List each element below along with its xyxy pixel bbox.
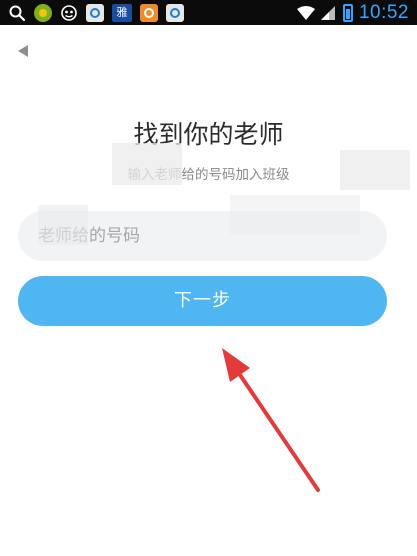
back-triangle-icon [18, 45, 28, 57]
privacy-blur [340, 150, 410, 190]
privacy-blur [230, 195, 360, 235]
search-icon [8, 4, 26, 22]
status-notification-icons: 雅 [8, 0, 184, 25]
status-system-icons: 10:52 [295, 0, 409, 25]
app-icon [86, 3, 104, 22]
status-time: 10:52 [358, 1, 409, 23]
signal-icon [319, 4, 337, 22]
annotation-arrow [222, 348, 320, 492]
battery-icon [342, 3, 353, 22]
mask-icon [60, 4, 78, 22]
game-icon [140, 3, 158, 22]
privacy-blur [38, 205, 88, 245]
app-icon-2 [166, 3, 184, 22]
page-title: 找到你的老师 [133, 121, 284, 149]
status-bar: 雅 10:52 [0, 0, 417, 25]
ball-icon [34, 3, 52, 22]
privacy-blur [112, 143, 182, 185]
back-button[interactable] [14, 42, 32, 60]
ya-icon: 雅 [112, 3, 132, 22]
wifi-icon [295, 4, 315, 22]
next-button[interactable]: 下一步 [18, 276, 387, 326]
